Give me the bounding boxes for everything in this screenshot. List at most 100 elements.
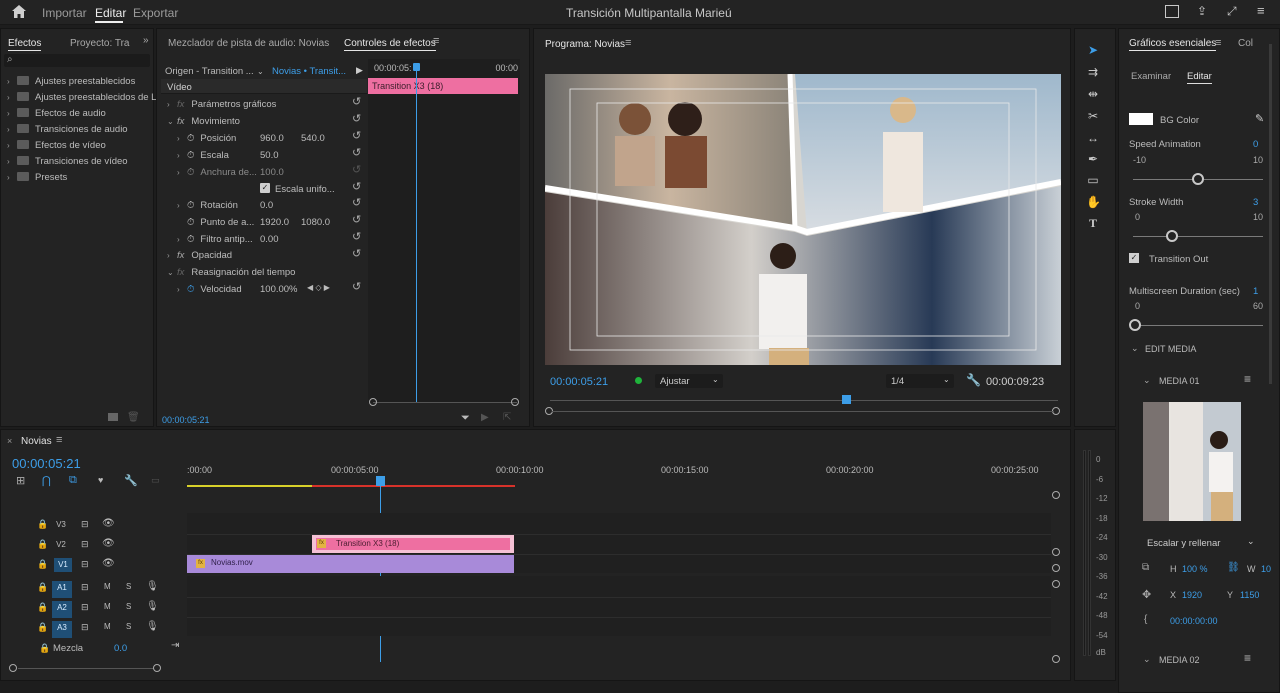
lock-icon[interactable]: 🔒 bbox=[37, 582, 48, 593]
reset-icon[interactable]: ↺ bbox=[352, 112, 361, 125]
sync-lock-icon[interactable]: ⊟ bbox=[81, 559, 89, 570]
share-icon[interactable]: ⇪ bbox=[1197, 4, 1207, 18]
mini-playhead[interactable] bbox=[416, 65, 417, 403]
anchor-y-value[interactable]: 1080.0 bbox=[301, 217, 330, 228]
subtab-editar[interactable]: Editar bbox=[1187, 71, 1212, 84]
eye-icon[interactable]: 👁 bbox=[102, 518, 115, 529]
microphone-icon[interactable]: 🎙 bbox=[146, 581, 159, 592]
reset-icon[interactable]: ↺ bbox=[352, 230, 361, 243]
fill-mode-dropdown[interactable]: Escalar y rellenar ⌄ bbox=[1143, 536, 1255, 550]
mini-playhead-handle[interactable] bbox=[413, 63, 420, 71]
effect-row-opacity[interactable]: › fx Opacidad bbox=[167, 250, 232, 261]
effect-row-time-remap[interactable]: ⌄ fx Reasignación del tiempo bbox=[167, 267, 295, 278]
zoom-handle-right[interactable] bbox=[153, 664, 161, 672]
insert-sequence-icon[interactable]: ⊞ bbox=[16, 474, 25, 487]
chevron-down-icon[interactable]: ⌄ bbox=[1143, 375, 1151, 386]
rotation-value[interactable]: 0.0 bbox=[260, 200, 273, 211]
program-scrub-bar[interactable] bbox=[550, 400, 1058, 401]
param-anchor[interactable]: ⏱ Punto de a... bbox=[177, 217, 254, 228]
mute-button[interactable]: M bbox=[104, 622, 111, 631]
razor-icon[interactable]: ✂ bbox=[1086, 109, 1100, 123]
lock-icon[interactable]: 🔒 bbox=[37, 622, 48, 633]
workspaces-icon[interactable] bbox=[1165, 5, 1179, 18]
zoom-handle-left[interactable] bbox=[9, 664, 17, 672]
solo-button[interactable]: S bbox=[126, 582, 131, 591]
menu-icon[interactable]: ≡ bbox=[1244, 651, 1251, 665]
height-value[interactable]: 100 % bbox=[1182, 564, 1208, 574]
pen-icon[interactable]: ✒ bbox=[1086, 152, 1100, 166]
menu-icon[interactable]: ≡ bbox=[1244, 372, 1251, 386]
anchor-x-value[interactable]: 1920.0 bbox=[260, 217, 289, 228]
new-bin-icon[interactable] bbox=[108, 413, 118, 421]
delete-icon[interactable]: 🗑 bbox=[127, 412, 140, 423]
solo-button[interactable]: S bbox=[126, 602, 131, 611]
clip-transition[interactable]: fx Transition X3 (18) bbox=[312, 535, 514, 553]
chevron-down-icon[interactable]: ⌄ bbox=[257, 67, 264, 76]
resolution-dropdown[interactable]: 1/4 ⌄ bbox=[886, 374, 954, 388]
effect-controls-timecode[interactable]: 00:00:05:21 bbox=[162, 415, 210, 425]
menu-importar[interactable]: Importar bbox=[42, 6, 87, 20]
clip-video[interactable]: fx Novias.mov bbox=[187, 555, 514, 573]
speed-slider-knob[interactable] bbox=[1192, 173, 1204, 185]
track-target-v1[interactable]: V1 bbox=[54, 558, 72, 572]
speed-animation-value[interactable]: 0 bbox=[1253, 139, 1258, 150]
edit-media-header[interactable]: EDIT MEDIA bbox=[1145, 344, 1196, 354]
chevron-down-icon[interactable]: ⌄ bbox=[1131, 343, 1139, 354]
type-tool-icon[interactable]: T bbox=[1086, 216, 1100, 230]
scroll-handle[interactable] bbox=[1052, 564, 1060, 572]
scroll-handle[interactable] bbox=[1052, 580, 1060, 588]
scroll-handle[interactable] bbox=[1052, 491, 1060, 499]
zoom-scrollbar[interactable] bbox=[373, 402, 517, 403]
bg-color-swatch[interactable] bbox=[1129, 113, 1153, 125]
slip-icon[interactable]: ↔ bbox=[1086, 131, 1100, 145]
sync-lock-icon[interactable]: ⊟ bbox=[81, 602, 89, 613]
list-item[interactable]: › Ajustes preestablecidos bbox=[7, 76, 135, 87]
media1-thumbnail[interactable] bbox=[1143, 402, 1241, 521]
menu-exportar[interactable]: Exportar bbox=[133, 6, 178, 20]
zoom-handle-left[interactable] bbox=[369, 398, 377, 406]
go-to-end-icon[interactable]: ⇥ bbox=[171, 640, 179, 651]
lock-icon[interactable]: 🔒 bbox=[39, 643, 50, 654]
fit-dropdown[interactable]: Ajustar ⌄ bbox=[655, 374, 723, 388]
play-only-icon[interactable]: ▶ bbox=[356, 65, 363, 76]
stroke-slider-track[interactable] bbox=[1133, 236, 1263, 237]
chevron-down-icon[interactable]: ⌄ bbox=[1143, 654, 1151, 665]
track-target-v2[interactable]: V2 bbox=[54, 538, 68, 552]
reset-icon[interactable]: ↺ bbox=[352, 95, 361, 108]
track-target-a2[interactable]: A2 bbox=[52, 601, 72, 618]
tab-audio-mixer[interactable]: Mezclador de pista de audio: Novias bbox=[168, 38, 329, 49]
lock-icon[interactable]: 🔒 bbox=[37, 559, 48, 570]
reset-icon[interactable]: ↺ bbox=[352, 129, 361, 142]
video-preview[interactable] bbox=[545, 74, 1061, 365]
program-timecode[interactable]: 00:00:05:21 bbox=[550, 376, 608, 388]
panel-menu-icon[interactable]: ≡ bbox=[56, 434, 62, 446]
eyedropper-icon[interactable]: ✎ bbox=[1255, 112, 1264, 125]
menu-icon[interactable]: ≡ bbox=[1257, 3, 1265, 18]
reset-icon[interactable]: ↺ bbox=[352, 280, 361, 293]
timeline-zoom-bar[interactable] bbox=[18, 668, 154, 669]
duration-slider-track[interactable] bbox=[1133, 325, 1263, 326]
panel-overflow-icon[interactable]: » bbox=[143, 35, 149, 46]
reset-icon[interactable]: ↺ bbox=[352, 146, 361, 159]
track-target-v3[interactable]: V3 bbox=[54, 518, 68, 532]
media2-header[interactable]: MEDIA 02 bbox=[1159, 655, 1200, 665]
panel-menu-icon[interactable]: ≡ bbox=[1215, 37, 1221, 49]
microphone-icon[interactable]: 🎙 bbox=[146, 601, 159, 612]
marker-icon[interactable]: ♥ bbox=[98, 475, 103, 485]
wrench-icon[interactable]: 🔧 bbox=[124, 474, 138, 487]
microphone-icon[interactable]: 🎙 bbox=[146, 621, 159, 632]
list-item[interactable]: › Efectos de vídeo bbox=[7, 140, 106, 151]
tab-efectos[interactable]: Efectos bbox=[8, 38, 42, 51]
reset-icon[interactable]: ↺ bbox=[352, 196, 361, 209]
uniform-scale-checkbox[interactable]: ✓ bbox=[260, 183, 270, 193]
y-value[interactable]: 1150 bbox=[1240, 590, 1259, 600]
transition-out-checkbox[interactable]: ✓ bbox=[1129, 253, 1139, 263]
tab-proyecto[interactable]: Proyecto: Tra bbox=[70, 38, 129, 49]
list-item[interactable]: › Transiciones de audio bbox=[7, 124, 128, 135]
mute-button[interactable]: M bbox=[104, 602, 111, 611]
tab-color[interactable]: Col bbox=[1238, 38, 1253, 49]
sync-lock-icon[interactable]: ⊟ bbox=[81, 582, 89, 593]
list-item[interactable]: › Transiciones de vídeo bbox=[7, 156, 128, 167]
solo-button[interactable]: S bbox=[126, 622, 131, 631]
sync-lock-icon[interactable]: ⊟ bbox=[81, 519, 89, 530]
